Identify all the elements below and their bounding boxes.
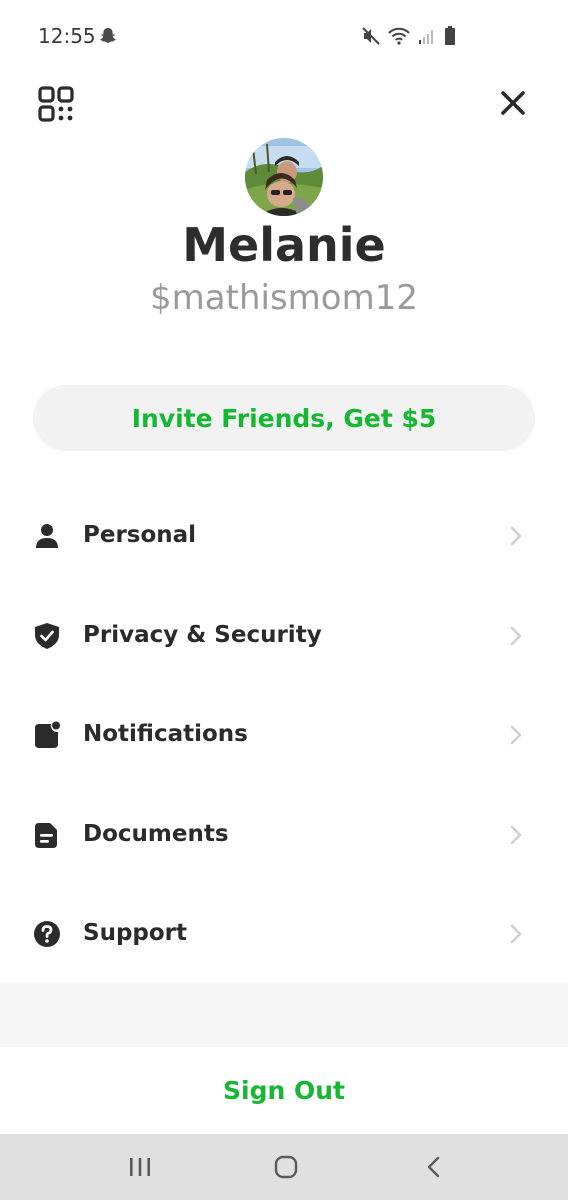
home-icon[interactable] [271,1153,301,1181]
avatar-photo [245,138,323,216]
help-icon [34,921,60,947]
close-icon[interactable] [496,86,530,120]
sign-out-button[interactable]: Sign Out [0,1076,568,1105]
menu-label: Support [83,920,188,946]
menu-item-support[interactable]: Support [0,884,568,984]
section-divider [0,983,568,1047]
battery-icon [445,26,455,45]
recents-icon[interactable] [125,1153,155,1181]
settings-menu: Personal Privacy & Security Notification… [0,486,568,984]
shield-icon [35,622,59,649]
menu-item-documents[interactable]: Documents [0,785,568,885]
menu-label: Personal [83,522,197,548]
profile-cashtag: $mathismom12 [150,278,418,318]
qr-code-icon[interactable] [38,86,74,122]
profile-name: Melanie [182,218,386,272]
avatar[interactable] [245,138,323,216]
notification-icon [35,721,60,748]
menu-item-personal[interactable]: Personal [0,486,568,586]
menu-label: Documents [83,820,229,847]
snapchat-icon [100,28,116,43]
menu-label: Privacy & Security [83,621,322,648]
status-time: 12:55 [38,24,96,48]
document-icon [35,822,57,848]
chevron-right-icon [510,825,522,844]
back-icon[interactable] [419,1153,449,1181]
menu-item-privacy-security[interactable]: Privacy & Security [0,586,568,686]
navigation-bar [0,1134,568,1200]
signal-icon [419,30,433,44]
menu-item-notifications[interactable]: Notifications [0,685,568,785]
wifi-icon [388,27,410,45]
menu-label: Notifications [83,721,248,747]
chevron-right-icon [510,626,522,645]
person-icon [36,524,58,548]
chevron-right-icon [510,526,522,546]
invite-friends-button[interactable]: Invite Friends, Get $5 [33,385,535,451]
mute-icon [362,27,380,45]
chevron-right-icon [510,924,522,944]
status-icons [362,26,456,46]
chevron-right-icon [510,725,522,745]
status-bar: 12:55 [0,0,568,72]
